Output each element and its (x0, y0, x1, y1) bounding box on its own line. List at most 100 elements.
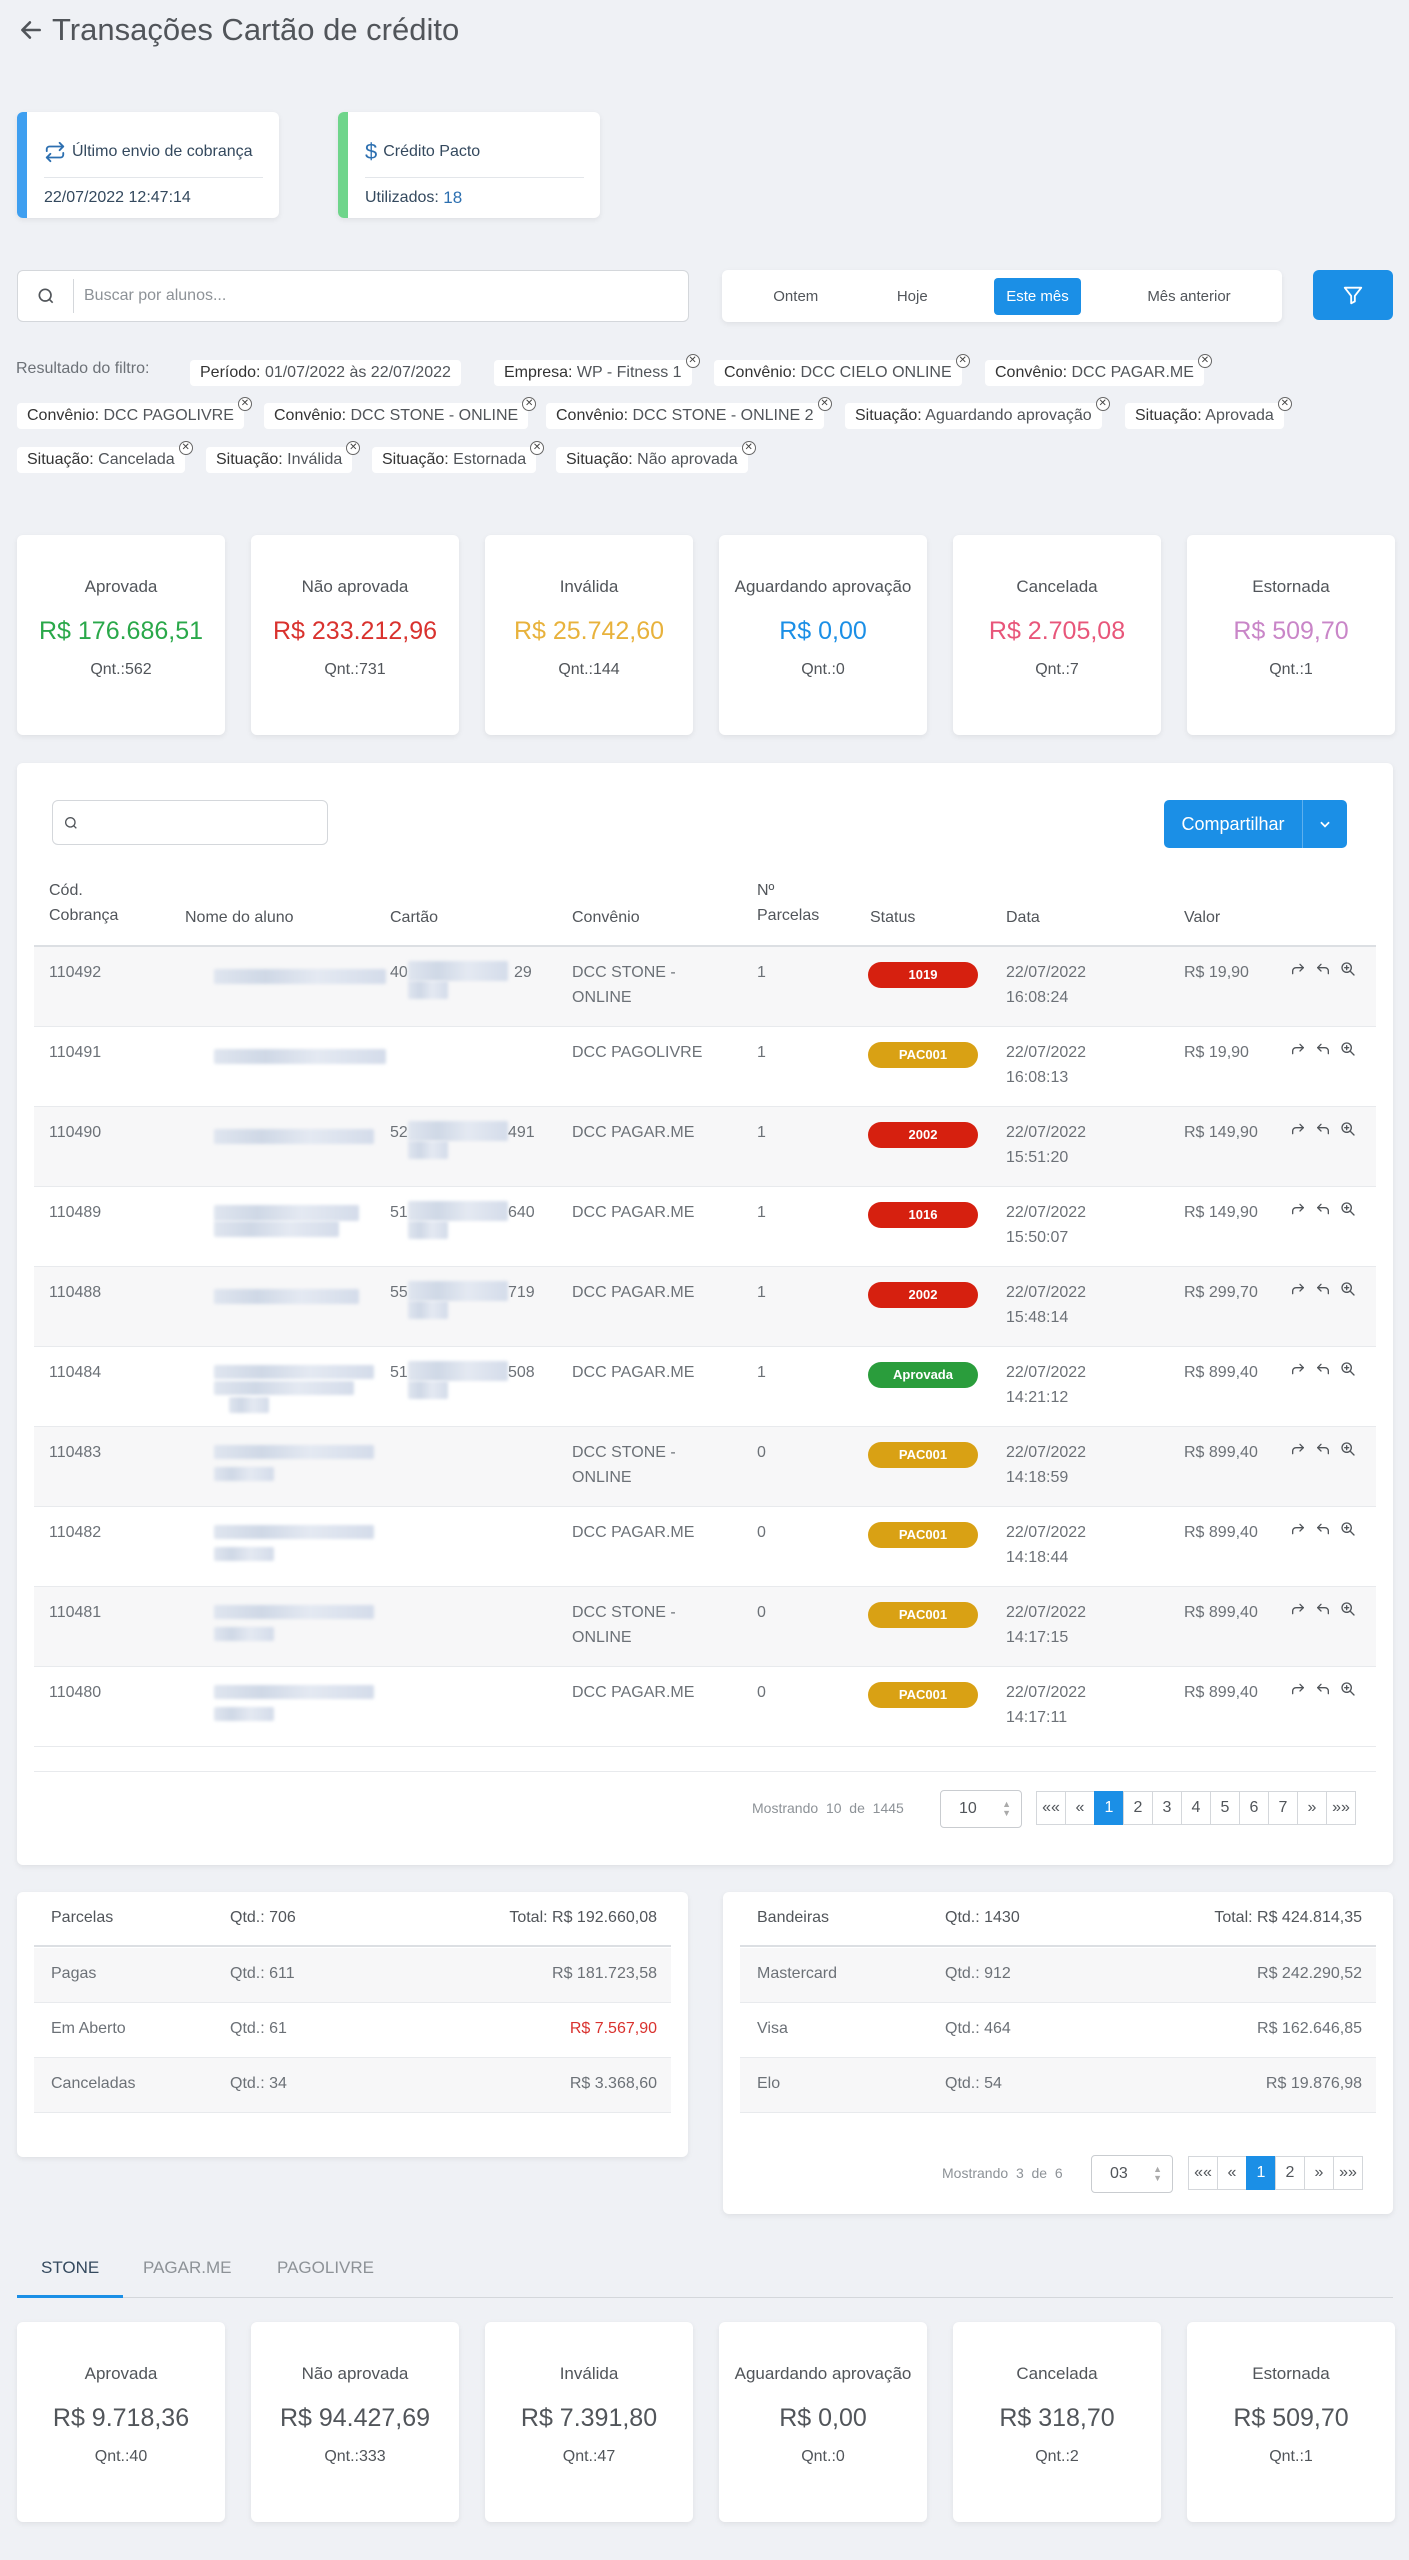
table-row[interactable]: 110480 DCC PAGAR.ME 0 PAC001 22/07/2022 14:1… (34, 1667, 1376, 1747)
col-status[interactable]: Status (870, 905, 915, 930)
undo-icon[interactable] (1315, 1681, 1331, 1697)
forward-icon[interactable] (1290, 1681, 1306, 1697)
stat-card[interactable]: Aprovada R$ 9.718,36 Qnt.:40 (17, 2322, 225, 2522)
remove-chip-icon[interactable]: ✕ (522, 397, 537, 411)
remove-chip-icon[interactable]: ✕ (1277, 397, 1292, 411)
table-row[interactable]: 110489 51 640 DCC PAGAR.ME 1 1016 22/07/2022 1… (34, 1187, 1376, 1267)
table-row[interactable]: 110481 DCC STONE - ONLINE 0 PAC001 22/07/202… (34, 1587, 1376, 1667)
zoom-in-icon[interactable] (1340, 1041, 1356, 1057)
share-button[interactable]: Compartilhar (1164, 800, 1347, 848)
forward-icon[interactable] (1290, 1521, 1306, 1537)
remove-chip-icon[interactable]: ✕ (346, 441, 361, 455)
zoom-in-icon[interactable] (1340, 1121, 1356, 1137)
forward-icon[interactable] (1290, 1361, 1306, 1377)
table-row[interactable]: 110492 40 29 DCC STONE - ONLINE 1 1019 22/07/2… (34, 947, 1376, 1027)
stat-card[interactable]: Estornada R$ 509,70 Qnt.:1 (1187, 2322, 1395, 2522)
remove-chip-icon[interactable]: ✕ (955, 354, 970, 368)
period-hoje[interactable]: Hoje (885, 278, 940, 315)
forward-icon[interactable] (1290, 1601, 1306, 1617)
stat-card[interactable]: Cancelada R$ 318,70 Qnt.:2 (953, 2322, 1161, 2522)
stat-card[interactable]: Aprovada R$ 176.686,51 Qnt.:562 (17, 535, 225, 735)
period-este-mes[interactable]: Este mês (994, 277, 1081, 315)
forward-icon[interactable] (1290, 1441, 1306, 1457)
page-link[interactable]: 6 (1239, 1791, 1269, 1825)
col-cod[interactable]: Cód. Cobrança (49, 878, 118, 928)
period-ontem[interactable]: Ontem (761, 278, 830, 315)
page-link[interactable]: 2 (1123, 1791, 1153, 1825)
col-nome[interactable]: Nome do aluno (185, 905, 294, 930)
col-data[interactable]: Data (1006, 905, 1040, 930)
undo-icon[interactable] (1315, 961, 1331, 977)
table-row[interactable]: 110483 DCC STONE - ONLINE 0 PAC001 22/07/202… (34, 1427, 1376, 1507)
page-link[interactable]: 7 (1268, 1791, 1298, 1825)
page-link[interactable]: « (1065, 1791, 1095, 1825)
zoom-in-icon[interactable] (1340, 1281, 1356, 1297)
stat-card[interactable]: Aguardando aprovação R$ 0,00 Qnt.:0 (719, 535, 927, 735)
zoom-in-icon[interactable] (1340, 961, 1356, 977)
forward-icon[interactable] (1290, 1121, 1306, 1137)
bandeiras-page-size[interactable]: 03 ▲ ▼ (1091, 2155, 1173, 2193)
undo-icon[interactable] (1315, 1601, 1331, 1617)
zoom-in-icon[interactable] (1340, 1681, 1356, 1697)
undo-icon[interactable] (1315, 1361, 1331, 1377)
zoom-in-icon[interactable] (1340, 1601, 1356, 1617)
search-input[interactable] (84, 287, 644, 305)
stat-card[interactable]: Cancelada R$ 2.705,08 Qnt.:7 (953, 535, 1161, 735)
tab-stone[interactable]: STONE (17, 2248, 124, 2298)
remove-chip-icon[interactable]: ✕ (1197, 354, 1212, 368)
undo-icon[interactable] (1315, 1121, 1331, 1137)
table-search[interactable] (52, 800, 328, 845)
remove-chip-icon[interactable]: ✕ (685, 354, 700, 368)
remove-chip-icon[interactable]: ✕ (817, 397, 832, 411)
forward-icon[interactable] (1290, 1281, 1306, 1297)
zoom-in-icon[interactable] (1340, 1441, 1356, 1457)
share-label[interactable]: Compartilhar (1164, 800, 1303, 848)
remove-chip-icon[interactable]: ✕ (530, 441, 545, 455)
col-cartao[interactable]: Cartão (390, 905, 438, 930)
page-link[interactable]: «« (1036, 1791, 1066, 1825)
student-search[interactable] (17, 270, 689, 322)
page-link[interactable]: « (1217, 2156, 1247, 2190)
table-row[interactable]: 110484 51 508 DCC PAGAR.ME 1 Aprovada 22/07/20… (34, 1347, 1376, 1427)
undo-icon[interactable] (1315, 1281, 1331, 1297)
filter-button[interactable] (1313, 270, 1393, 320)
page-link[interactable]: 5 (1210, 1791, 1240, 1825)
remove-chip-icon[interactable]: ✕ (741, 441, 756, 455)
stat-card[interactable]: Não aprovada R$ 94.427,69 Qnt.:333 (251, 2322, 459, 2522)
tab-pagarme[interactable]: PAGAR.ME (119, 2248, 255, 2298)
remove-chip-icon[interactable]: ✕ (178, 441, 193, 455)
stat-card[interactable]: Inválida R$ 25.742,60 Qnt.:144 (485, 535, 693, 735)
stat-card[interactable]: Inválida R$ 7.391,80 Qnt.:47 (485, 2322, 693, 2522)
stat-card[interactable]: Aguardando aprovação R$ 0,00 Qnt.:0 (719, 2322, 927, 2522)
zoom-in-icon[interactable] (1340, 1361, 1356, 1377)
page-size-select[interactable]: 10 ▲ ▼ (940, 1790, 1022, 1828)
col-parcelas[interactable]: Nº Parcelas (757, 878, 819, 928)
undo-icon[interactable] (1315, 1521, 1331, 1537)
forward-icon[interactable] (1290, 1201, 1306, 1217)
share-dropdown[interactable] (1303, 800, 1347, 848)
col-valor[interactable]: Valor (1184, 905, 1220, 930)
period-mes-anterior[interactable]: Mês anterior (1135, 278, 1242, 315)
page-link[interactable]: » (1297, 1791, 1327, 1825)
col-convenio[interactable]: Convênio (572, 905, 640, 930)
stat-card[interactable]: Estornada R$ 509,70 Qnt.:1 (1187, 535, 1395, 735)
page-link[interactable]: » (1304, 2156, 1334, 2190)
undo-icon[interactable] (1315, 1441, 1331, 1457)
remove-chip-icon[interactable]: ✕ (1095, 397, 1110, 411)
tab-pagolivre[interactable]: PAGOLIVRE (253, 2248, 398, 2298)
forward-icon[interactable] (1290, 961, 1306, 977)
stat-card[interactable]: Não aprovada R$ 233.212,96 Qnt.:731 (251, 535, 459, 735)
undo-icon[interactable] (1315, 1041, 1331, 1057)
page-link[interactable]: 3 (1152, 1791, 1182, 1825)
zoom-in-icon[interactable] (1340, 1521, 1356, 1537)
undo-icon[interactable] (1315, 1201, 1331, 1217)
page-link[interactable]: «« (1188, 2156, 1218, 2190)
forward-icon[interactable] (1290, 1041, 1306, 1057)
table-row[interactable]: 110491 DCC PAGOLIVRE 1 PAC001 22/07/2022 16:… (34, 1027, 1376, 1107)
back-arrow-icon[interactable] (18, 17, 44, 43)
table-row[interactable]: 110482 DCC PAGAR.ME 0 PAC001 22/07/2022 14:1… (34, 1507, 1376, 1587)
table-row[interactable]: 110490 52 491 DCC PAGAR.ME 1 2002 22/07/2022 1… (34, 1107, 1376, 1187)
page-link[interactable]: 2 (1275, 2156, 1305, 2190)
page-link[interactable]: »» (1326, 1791, 1356, 1825)
page-link[interactable]: 1 (1246, 2156, 1276, 2190)
